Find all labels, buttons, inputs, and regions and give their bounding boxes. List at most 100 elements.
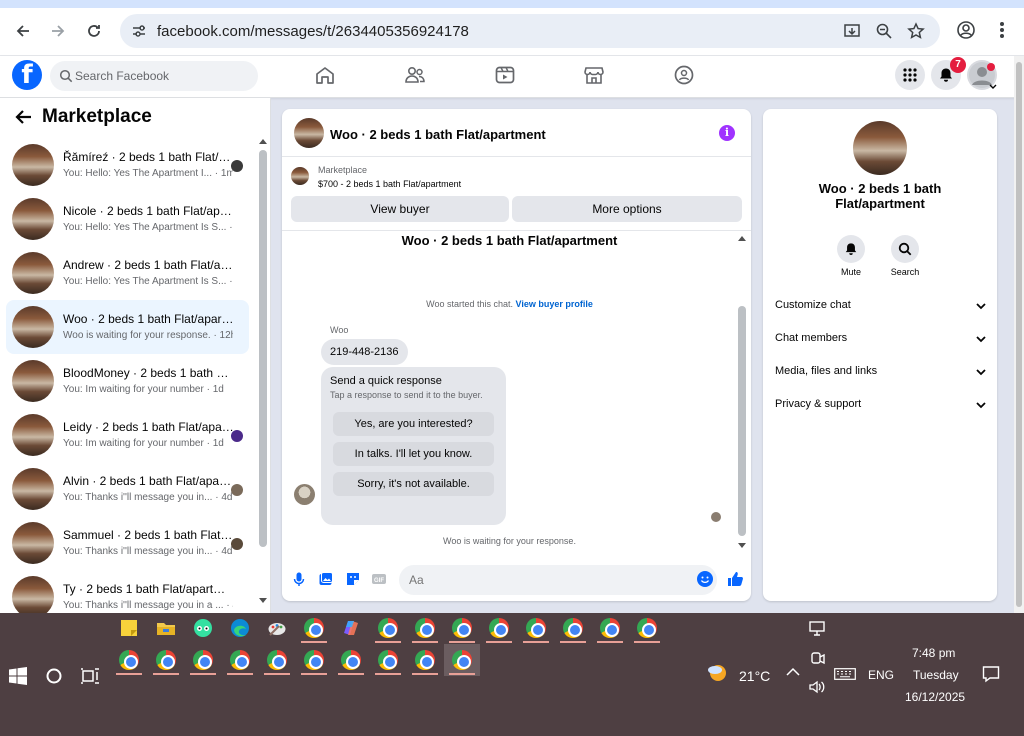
- groups-icon[interactable]: [673, 64, 695, 86]
- quick-response-sorry-button[interactable]: Sorry, it's not available.: [333, 472, 494, 496]
- chrome-taskbar-icon[interactable]: [563, 618, 583, 638]
- sticky-notes-icon[interactable]: [119, 618, 139, 638]
- chrome-taskbar-icon[interactable]: [304, 650, 324, 670]
- chevron-down-icon[interactable]: [989, 84, 997, 90]
- reload-button[interactable]: [81, 18, 107, 44]
- chat-members-row[interactable]: Chat members: [775, 327, 987, 351]
- browser-menu-icon[interactable]: [990, 18, 1014, 42]
- gif-icon[interactable]: GIF: [371, 571, 387, 587]
- chrome-taskbar-icon[interactable]: [526, 618, 546, 638]
- notification-center-icon[interactable]: [982, 665, 1000, 683]
- video-icon[interactable]: [494, 64, 516, 86]
- conversation-scrollbar-thumb[interactable]: [259, 150, 267, 547]
- quick-response-in-talks-button[interactable]: In talks. I'll let you know.: [333, 442, 494, 466]
- marketplace-icon[interactable]: [583, 64, 605, 86]
- photo-icon[interactable]: [318, 571, 334, 587]
- language-indicator[interactable]: ENG: [868, 668, 894, 682]
- customize-chat-row[interactable]: Customize chat: [775, 294, 987, 318]
- chrome-taskbar-icon[interactable]: [193, 650, 213, 670]
- edge-icon[interactable]: [230, 618, 250, 638]
- chat-scrollbar-thumb[interactable]: [738, 306, 746, 536]
- conversation-item[interactable]: Ty · 2 beds 1 bath Flat/apartment You: Th…: [6, 570, 249, 613]
- conversation-item[interactable]: Alvin · 2 beds 1 bath Flat/apartment You:…: [6, 462, 249, 516]
- facebook-search-input[interactable]: Search Facebook: [50, 61, 258, 91]
- profile-icon[interactable]: [954, 18, 978, 42]
- chrome-taskbar-icon[interactable]: [489, 618, 509, 638]
- weather-icon[interactable]: [706, 662, 730, 684]
- address-bar[interactable]: facebook.com/messages/t/2634405356924178: [120, 14, 940, 48]
- info-icon[interactable]: i: [719, 125, 735, 141]
- chrome-taskbar-icon[interactable]: [637, 618, 657, 638]
- view-buyer-profile-link[interactable]: View buyer profile: [516, 299, 593, 309]
- like-thumb-icon[interactable]: [726, 570, 744, 588]
- conversation-item[interactable]: Leidy · 2 beds 1 bath Flat/apartment You:…: [6, 408, 249, 462]
- more-options-button[interactable]: More options: [512, 196, 742, 222]
- search-button-circle[interactable]: [891, 235, 919, 263]
- page-scrollbar-thumb[interactable]: [1016, 62, 1022, 607]
- mute-button[interactable]: Mute: [829, 235, 873, 277]
- clock-day[interactable]: Tuesday: [913, 668, 959, 682]
- page-scrollbar[interactable]: [1014, 56, 1024, 613]
- quick-response-yes-button[interactable]: Yes, are you interested?: [333, 412, 494, 436]
- forward-button[interactable]: [45, 18, 71, 44]
- chrome-taskbar-icon[interactable]: [341, 650, 361, 670]
- clock-date[interactable]: 16/12/2025: [905, 690, 965, 704]
- conversation-item[interactable]: Sammuel · 2 beds 1 bath Flat/apartment Yo…: [6, 516, 249, 570]
- meet-now-icon[interactable]: [808, 651, 826, 667]
- site-info-icon[interactable]: [130, 22, 148, 40]
- volume-icon[interactable]: [808, 679, 826, 695]
- chat-title[interactable]: Woo · 2 beds 1 bath Flat/apartment: [330, 127, 546, 142]
- media-files-links-row[interactable]: Media, files and links: [775, 360, 987, 384]
- chrome-taskbar-icon[interactable]: [452, 650, 472, 670]
- friends-icon[interactable]: [404, 64, 426, 86]
- tripadvisor-icon[interactable]: [193, 618, 213, 638]
- conversation-item[interactable]: Andrew · 2 beds 1 bath Flat/apartment You…: [6, 246, 249, 300]
- conversation-item[interactable]: BloodMoney · 2 beds 1 bath Flat/apartmen…: [6, 354, 249, 408]
- view-buyer-button[interactable]: View buyer: [291, 196, 509, 222]
- scroll-up-icon[interactable]: [738, 235, 746, 241]
- back-button[interactable]: [10, 18, 36, 44]
- chrome-taskbar-icon[interactable]: [156, 650, 176, 670]
- bookmark-star-icon[interactable]: [905, 20, 927, 42]
- chrome-taskbar-icon[interactable]: [600, 618, 620, 638]
- zoom-icon[interactable]: [873, 20, 895, 42]
- scroll-up-icon[interactable]: [259, 138, 267, 144]
- chrome-taskbar-icon[interactable]: [452, 618, 472, 638]
- chrome-taskbar-icon[interactable]: [378, 650, 398, 670]
- windows-start-icon[interactable]: [8, 666, 28, 686]
- chevron-up-icon[interactable]: [786, 667, 800, 677]
- paint-icon[interactable]: [267, 618, 287, 638]
- copilot-icon[interactable]: [341, 618, 361, 638]
- file-explorer-icon[interactable]: [156, 618, 176, 638]
- message-input[interactable]: [399, 565, 717, 595]
- conversation-item[interactable]: Woo · 2 beds 1 bath Flat/apartment Woo is…: [6, 300, 249, 354]
- emoji-icon[interactable]: [697, 571, 713, 587]
- chrome-taskbar-icon[interactable]: [230, 650, 250, 670]
- listing-title[interactable]: $700 - 2 beds 1 bath Flat/apartment: [318, 179, 461, 189]
- conversation-item[interactable]: Nicole · 2 beds 1 bath Flat/apartment You…: [6, 192, 249, 246]
- network-icon[interactable]: [808, 621, 826, 637]
- conversation-scrollbar[interactable]: [257, 138, 269, 608]
- home-icon[interactable]: [314, 64, 336, 86]
- install-app-icon[interactable]: [841, 20, 863, 42]
- cortana-search-icon[interactable]: [44, 666, 64, 686]
- clock-time[interactable]: 7:48 pm: [912, 646, 955, 660]
- chrome-taskbar-icon[interactable]: [304, 618, 324, 638]
- privacy-support-row[interactable]: Privacy & support: [775, 393, 987, 417]
- back-arrow-icon[interactable]: [14, 107, 34, 127]
- chrome-taskbar-icon[interactable]: [267, 650, 287, 670]
- microphone-icon[interactable]: [291, 571, 307, 587]
- chat-avatar[interactable]: [294, 118, 324, 148]
- chat-scrollbar[interactable]: [736, 233, 748, 551]
- listing-thumbnail[interactable]: [291, 167, 309, 185]
- scroll-down-icon[interactable]: [259, 598, 267, 604]
- task-view-icon[interactable]: [80, 666, 100, 686]
- contact-avatar[interactable]: [853, 121, 907, 175]
- sticker-icon[interactable]: [345, 571, 361, 587]
- search-in-chat-button[interactable]: Search: [883, 235, 927, 277]
- chrome-taskbar-icon[interactable]: [119, 650, 139, 670]
- chrome-taskbar-icon[interactable]: [378, 618, 398, 638]
- scroll-down-icon[interactable]: [738, 543, 746, 549]
- chrome-taskbar-icon[interactable]: [415, 650, 435, 670]
- mute-button-circle[interactable]: [837, 235, 865, 263]
